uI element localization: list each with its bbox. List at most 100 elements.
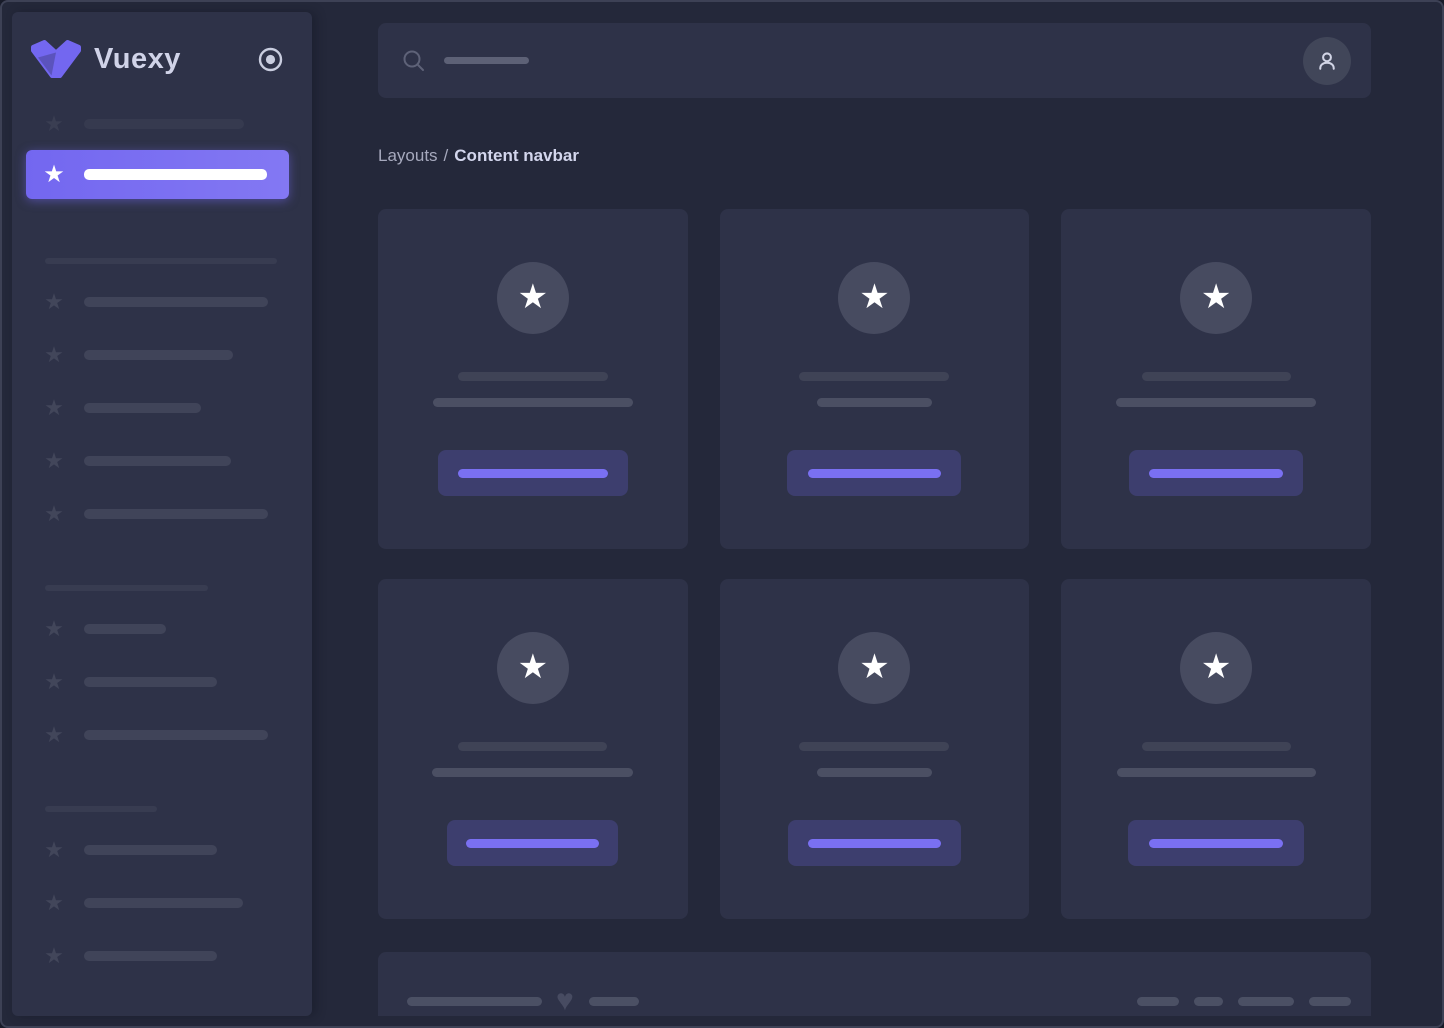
star-icon: ★: [42, 503, 66, 525]
card-button[interactable]: [788, 820, 961, 866]
star-icon: ★: [42, 344, 66, 366]
nav-section-header-skeleton: [45, 585, 208, 591]
card-button[interactable]: [447, 820, 618, 866]
button-label-skeleton: [458, 469, 608, 478]
star-icon: ★: [42, 892, 66, 914]
breadcrumb-separator: /: [444, 146, 449, 166]
vuexy-logo-icon: [30, 38, 82, 80]
star-badge: ★: [838, 262, 910, 334]
star-icon: ★: [42, 724, 66, 746]
sidebar: Vuexy ★ ★ ★ ★ ★ ★ ★ ★ ★ ★ ★ ★ ★: [12, 12, 312, 1016]
sidebar-item[interactable]: ★: [12, 876, 312, 929]
sidebar-item-label-skeleton: [84, 730, 268, 740]
sidebar-header: Vuexy: [30, 37, 294, 81]
sidebar-item-label-skeleton: [84, 624, 166, 634]
star-icon: ★: [859, 650, 889, 687]
star-icon: ★: [859, 280, 889, 317]
footer-text-skeleton: [407, 997, 542, 1006]
star-badge: ★: [838, 632, 910, 704]
user-avatar-button[interactable]: [1303, 37, 1351, 85]
nav-section-header-skeleton: [45, 258, 277, 264]
card-title-skeleton: [1142, 372, 1291, 381]
card-title-skeleton: [799, 372, 949, 381]
button-label-skeleton: [1149, 469, 1283, 478]
card-title-skeleton: [799, 742, 949, 751]
search-icon: [401, 48, 427, 74]
search-bar[interactable]: [378, 23, 1371, 98]
star-icon: ★: [42, 945, 66, 967]
card-title-skeleton: [458, 742, 607, 751]
footer-link-skeleton: [1137, 997, 1179, 1006]
card-button[interactable]: [1128, 820, 1304, 866]
sidebar-item-label-skeleton: [84, 677, 217, 687]
star-icon: ★: [1201, 650, 1231, 687]
star-icon: ★: [42, 291, 66, 313]
content-card: ★: [378, 209, 688, 549]
sidebar-item-label-skeleton: [84, 898, 243, 908]
sidebar-item[interactable]: ★: [12, 602, 312, 655]
sidebar-item-label-skeleton: [84, 509, 268, 519]
card-title-skeleton: [458, 372, 608, 381]
star-icon: ★: [42, 397, 66, 419]
content-card: ★: [1061, 209, 1371, 549]
footer-link-skeleton: [1194, 997, 1223, 1006]
footer-link-skeleton: [1238, 997, 1294, 1006]
sidebar-item[interactable]: ★: [12, 487, 312, 540]
sidebar-item[interactable]: ★: [12, 655, 312, 708]
card-subtitle-skeleton: [432, 768, 633, 777]
footer-link-skeleton: [1309, 997, 1351, 1006]
sidebar-item-label-skeleton: [84, 951, 217, 961]
star-icon: ★: [42, 163, 66, 187]
star-icon: ★: [42, 671, 66, 693]
card-button[interactable]: [1129, 450, 1303, 496]
app-title: Vuexy: [94, 43, 181, 76]
sidebar-item-label-skeleton: [84, 119, 244, 129]
person-icon: [1314, 48, 1340, 74]
footer-card: ♥: [378, 952, 1371, 1016]
sidebar-item-label-skeleton: [84, 845, 217, 855]
nav-section-header-skeleton: [45, 806, 157, 812]
menu-pin-toggle-icon[interactable]: [257, 46, 284, 73]
card-subtitle-skeleton: [1116, 398, 1316, 407]
sidebar-item[interactable]: ★: [12, 381, 312, 434]
star-icon: ★: [1201, 280, 1231, 317]
card-button[interactable]: [438, 450, 628, 496]
sidebar-item[interactable]: ★: [12, 275, 312, 328]
sidebar-item-label-skeleton: [84, 169, 267, 180]
heart-icon[interactable]: ♥: [556, 986, 574, 1016]
card-grid: ★ ★ ★ ★ ★ ★: [378, 209, 1371, 919]
sidebar-item-label-skeleton: [84, 350, 233, 360]
sidebar-item-active[interactable]: ★: [26, 150, 289, 199]
footer-text-skeleton: [589, 997, 639, 1006]
sidebar-item[interactable]: ★: [12, 823, 312, 876]
sidebar-item[interactable]: ★: [12, 328, 312, 381]
breadcrumb-parent-link[interactable]: Layouts: [378, 146, 438, 166]
content-card: ★: [720, 579, 1030, 919]
star-badge: ★: [1180, 632, 1252, 704]
star-badge: ★: [497, 632, 569, 704]
button-label-skeleton: [466, 839, 599, 848]
sidebar-item[interactable]: ★: [12, 434, 312, 487]
star-icon: ★: [42, 618, 66, 640]
card-title-skeleton: [1142, 742, 1291, 751]
card-button[interactable]: [787, 450, 961, 496]
card-subtitle-skeleton: [817, 398, 932, 407]
star-badge: ★: [497, 262, 569, 334]
sidebar-item[interactable]: ★: [12, 97, 312, 150]
card-subtitle-skeleton: [1117, 768, 1316, 777]
card-subtitle-skeleton: [817, 768, 932, 777]
main-content: Layouts / Content navbar ★ ★ ★ ★ ★ ★ ♥: [312, 12, 1440, 1016]
breadcrumb: Layouts / Content navbar: [378, 145, 1440, 166]
sidebar-item[interactable]: ★: [12, 708, 312, 761]
sidebar-item-label-skeleton: [84, 456, 231, 466]
star-icon: ★: [42, 450, 66, 472]
app-window: Vuexy ★ ★ ★ ★ ★ ★ ★ ★ ★ ★ ★ ★ ★: [0, 0, 1444, 1028]
search-placeholder-skeleton: [444, 57, 529, 64]
button-label-skeleton: [808, 469, 941, 478]
star-badge: ★: [1180, 262, 1252, 334]
star-icon: ★: [42, 113, 66, 135]
sidebar-item-label-skeleton: [84, 297, 268, 307]
content-card: ★: [1061, 579, 1371, 919]
sidebar-item[interactable]: ★: [12, 929, 312, 982]
content-card: ★: [378, 579, 688, 919]
